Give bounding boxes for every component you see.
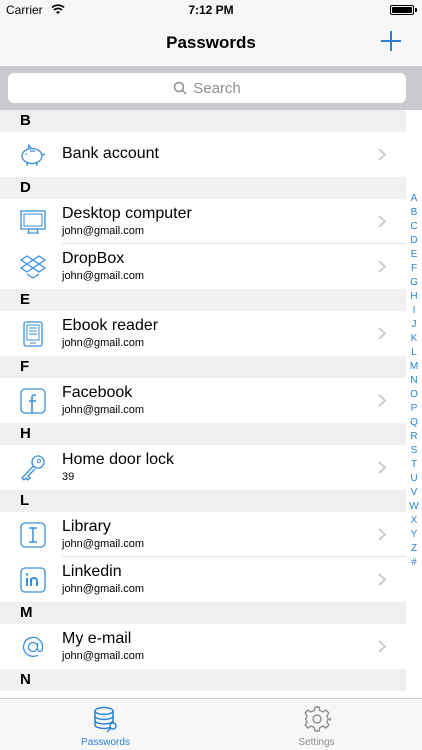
tab-bar: Passwords Settings (0, 698, 422, 750)
facebook-icon (20, 388, 46, 414)
chevron-right-icon (378, 260, 386, 273)
linkedin-icon (20, 567, 46, 593)
password-list: B Bank account D Desktop computer john@gmail… (0, 110, 406, 698)
index-letter[interactable]: J (406, 318, 422, 332)
index-letter[interactable]: Q (406, 416, 422, 430)
index-letter[interactable]: X (406, 514, 422, 528)
database-key-icon (94, 706, 117, 733)
index-letter[interactable]: T (406, 458, 422, 472)
navigation-bar: Passwords (0, 20, 422, 66)
key-icon (21, 455, 45, 481)
list-item[interactable]: Bank account (0, 132, 406, 177)
index-letter[interactable]: L (406, 346, 422, 360)
index-letter[interactable]: V (406, 486, 422, 500)
chevron-right-icon (378, 327, 386, 340)
section-header-b: B (0, 110, 406, 132)
tab-settings-label: Settings (298, 737, 335, 748)
section-index[interactable]: A B C D E F G H I J K L M N O P Q R S T U V W X Y Z # (406, 192, 422, 570)
at-sign-icon (22, 636, 44, 658)
index-letter[interactable]: U (406, 472, 422, 486)
index-letter[interactable]: E (406, 248, 422, 262)
search-icon (173, 81, 187, 95)
index-letter[interactable]: P (406, 402, 422, 416)
item-title: Facebook (62, 384, 133, 401)
chevron-right-icon (378, 215, 386, 228)
item-subtitle: john@gmail.com (62, 650, 145, 662)
section-header-h: H (0, 423, 406, 445)
chevron-right-icon (378, 461, 386, 474)
index-letter[interactable]: # (406, 556, 422, 570)
section-header-n: N (0, 669, 406, 691)
item-title: Bank account (62, 145, 159, 162)
section-header-e: E (0, 289, 406, 311)
section-header-l: L (0, 490, 406, 512)
clock: 7:12 PM (188, 3, 234, 17)
item-title: Home door lock (62, 451, 175, 468)
section-header-d: D (0, 177, 406, 199)
index-letter[interactable]: M (406, 360, 422, 374)
search-bar: Search (0, 66, 422, 110)
index-letter[interactable]: Z (406, 542, 422, 556)
monitor-icon (20, 210, 46, 234)
chevron-right-icon (378, 394, 386, 407)
list-item[interactable]: Ebook reader john@gmail.com (0, 311, 406, 356)
search-input[interactable]: Search (8, 73, 406, 103)
item-title: Ebook reader (62, 317, 159, 334)
list-item[interactable]: Home door lock 39 (0, 445, 406, 490)
dropbox-icon (19, 255, 47, 279)
index-letter[interactable]: A (406, 192, 422, 206)
tab-passwords-label: Passwords (81, 737, 130, 748)
list-item[interactable]: Desktop computer john@gmail.com (0, 199, 406, 244)
list-item[interactable]: My e-mail john@gmail.com (0, 624, 406, 669)
list-item[interactable]: DropBox john@gmail.com (0, 244, 406, 289)
index-letter[interactable]: S (406, 444, 422, 458)
index-letter[interactable]: N (406, 374, 422, 388)
gear-icon (304, 706, 331, 732)
ebook-reader-icon (23, 321, 43, 347)
item-title: My e-mail (62, 630, 132, 647)
index-letter[interactable]: Y (406, 528, 422, 542)
index-letter[interactable]: O (406, 388, 422, 402)
index-letter[interactable]: R (406, 430, 422, 444)
list-item[interactable]: Library john@gmail.com (0, 512, 406, 557)
item-subtitle: john@gmail.com (62, 337, 145, 349)
library-icon (20, 522, 46, 548)
section-header-m: M (0, 602, 406, 624)
item-subtitle: 39 (62, 471, 75, 483)
index-letter[interactable]: G (406, 276, 422, 290)
chevron-right-icon (378, 573, 386, 586)
list-item[interactable]: Linkedin john@gmail.com (0, 557, 406, 602)
chevron-right-icon (378, 148, 386, 161)
index-letter[interactable]: C (406, 220, 422, 234)
index-letter[interactable]: K (406, 332, 422, 346)
plus-icon[interactable] (378, 28, 404, 54)
battery-icon (390, 5, 417, 15)
tab-passwords[interactable]: Passwords (0, 699, 211, 750)
index-letter[interactable]: I (406, 304, 422, 318)
item-subtitle: john@gmail.com (62, 270, 145, 282)
chevron-right-icon (378, 640, 386, 653)
item-subtitle: john@gmail.com (62, 404, 145, 416)
item-subtitle: john@gmail.com (62, 583, 145, 595)
index-letter[interactable]: B (406, 206, 422, 220)
index-letter[interactable]: F (406, 262, 422, 276)
index-letter[interactable]: D (406, 234, 422, 248)
search-placeholder: Search (193, 79, 241, 97)
piggy-bank-icon (21, 143, 46, 166)
tab-settings[interactable]: Settings (211, 699, 422, 750)
list-item[interactable]: Facebook john@gmail.com (0, 378, 406, 423)
item-title: Desktop computer (62, 205, 192, 222)
status-bar: Carrier 7:12 PM (0, 0, 422, 20)
chevron-right-icon (378, 528, 386, 541)
item-title: DropBox (62, 250, 125, 267)
page-title: Passwords (166, 33, 256, 52)
item-subtitle: john@gmail.com (62, 538, 145, 550)
index-letter[interactable]: H (406, 290, 422, 304)
section-header-f: F (0, 356, 406, 378)
item-title: Linkedin (62, 563, 122, 580)
item-title: Library (62, 518, 111, 535)
item-subtitle: john@gmail.com (62, 225, 145, 237)
index-letter[interactable]: W (406, 500, 422, 514)
